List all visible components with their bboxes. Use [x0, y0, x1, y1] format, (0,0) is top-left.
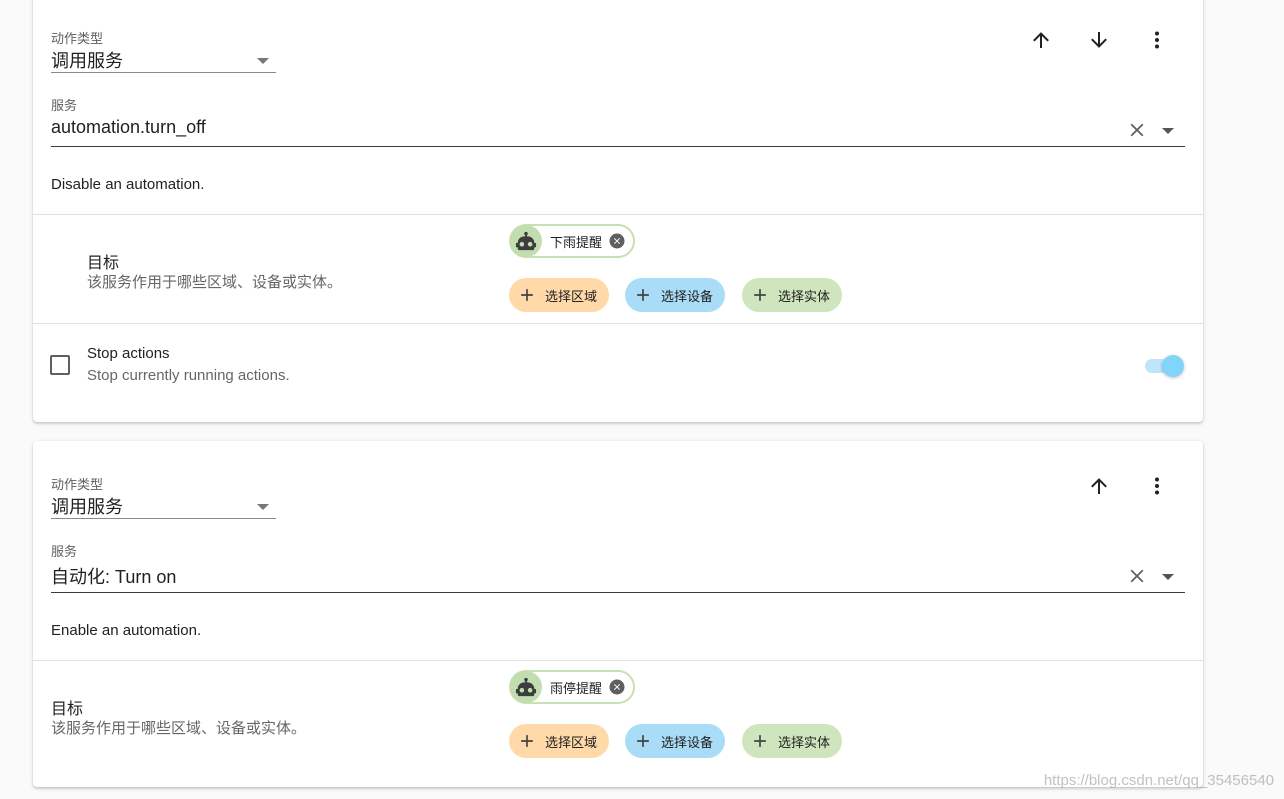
stop-actions-checkbox[interactable]: [50, 355, 70, 375]
add-entity-label: 选择实体: [778, 288, 831, 304]
plus-icon: [742, 731, 778, 751]
close-circle-icon[interactable]: [608, 678, 626, 696]
plus-icon: [509, 731, 545, 751]
service-picker[interactable]: automation.turn_off: [51, 112, 1185, 148]
add-device-label: 选择设备: [661, 734, 714, 750]
select-underline: [51, 72, 276, 73]
action-type-value: 调用服务: [51, 497, 123, 517]
plus-icon: [509, 285, 545, 305]
target-description: 该服务作用于哪些区域、设备或实体。: [51, 720, 307, 737]
add-device-button[interactable]: 选择设备: [625, 724, 726, 758]
move-up-button[interactable]: [1079, 466, 1119, 506]
service-value: automation.turn_off: [51, 117, 206, 137]
toggle-thumb: [1162, 355, 1184, 377]
overflow-menu-button[interactable]: [1137, 466, 1177, 506]
arrow-down-icon: [1087, 28, 1111, 52]
add-device-button[interactable]: 选择设备: [625, 278, 726, 312]
move-up-button[interactable]: [1021, 20, 1061, 60]
menu-down-icon: [257, 504, 269, 510]
plus-icon: [742, 285, 778, 305]
add-entity-button[interactable]: 选择实体: [742, 278, 843, 312]
service-underline: [51, 592, 1185, 593]
menu-down-icon[interactable]: [1162, 574, 1174, 580]
robot-icon: [510, 671, 542, 703]
close-icon[interactable]: [1126, 565, 1148, 587]
watermark: https://blog.csdn.net/qq_35456540: [1043, 772, 1274, 789]
entity-chip-label: 雨停提醒: [550, 680, 603, 696]
menu-down-icon[interactable]: [1162, 128, 1174, 134]
add-entity-button[interactable]: 选择实体: [742, 724, 843, 758]
add-area-button[interactable]: 选择区域: [509, 278, 610, 312]
option-title: Stop actions: [87, 345, 170, 362]
dots-vertical-icon: [1145, 474, 1169, 498]
action-type-value: 调用服务: [51, 51, 123, 71]
add-area-label: 选择区域: [545, 288, 598, 304]
menu-down-icon: [257, 58, 269, 64]
plus-icon: [625, 285, 661, 305]
stop-actions-toggle[interactable]: [1143, 354, 1185, 378]
target-title: 目标: [87, 255, 120, 272]
overflow-menu-button[interactable]: [1137, 20, 1177, 60]
close-icon[interactable]: [1126, 119, 1148, 141]
entity-chip-label: 下雨提醒: [550, 234, 603, 250]
service-underline: [51, 146, 1185, 147]
divider: [33, 214, 1203, 215]
service-description: Disable an automation.: [51, 176, 205, 193]
add-entity-label: 选择实体: [778, 734, 831, 750]
entity-chip[interactable]: 下雨提醒: [509, 224, 636, 258]
service-picker[interactable]: 自动化: Turn on: [51, 558, 1185, 594]
close-circle-icon[interactable]: [608, 232, 626, 250]
divider: [33, 660, 1203, 661]
action-type-select[interactable]: 调用服务: [51, 488, 276, 520]
action-card-2: 动作类型 调用服务 服务 自动化: Turn on Enable an auto…: [33, 441, 1203, 787]
select-underline: [51, 518, 276, 519]
target-title: 目标: [51, 701, 84, 718]
arrow-up-icon: [1087, 474, 1111, 498]
target-description: 该服务作用于哪些区域、设备或实体。: [87, 274, 343, 291]
entity-chip[interactable]: 雨停提醒: [509, 670, 636, 704]
add-area-label: 选择区域: [545, 734, 598, 750]
action-card-1: 动作类型 调用服务 服务 automation.turn_off Disable…: [33, 0, 1203, 422]
add-area-button[interactable]: 选择区域: [509, 724, 610, 758]
option-description: Stop currently running actions.: [87, 367, 290, 384]
add-device-label: 选择设备: [661, 288, 714, 304]
action-type-select[interactable]: 调用服务: [51, 42, 276, 74]
move-down-button[interactable]: [1079, 20, 1119, 60]
service-value: 自动化: Turn on: [51, 567, 177, 587]
service-description: Enable an automation.: [51, 622, 202, 639]
arrow-up-icon: [1029, 28, 1053, 52]
plus-icon: [625, 731, 661, 751]
dots-vertical-icon: [1145, 28, 1169, 52]
divider: [33, 323, 1203, 324]
robot-icon: [510, 225, 542, 257]
